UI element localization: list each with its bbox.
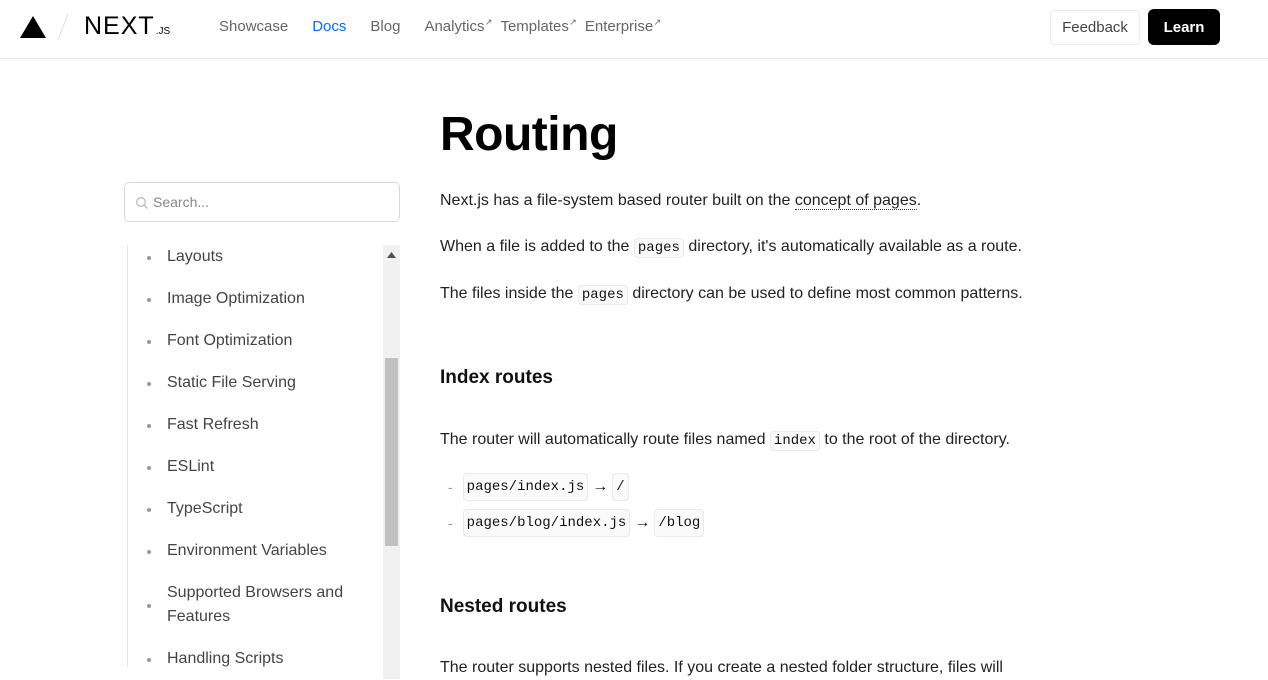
bullet-icon [147, 256, 151, 260]
sidebar-item-label: TypeScript [167, 500, 243, 517]
route-file-code: pages/index.js [462, 473, 589, 501]
sidebar-item-environment-variables[interactable]: Environment Variables [127, 539, 367, 563]
bullet-icon [147, 340, 151, 344]
sidebar-scrollbar[interactable] [383, 245, 400, 679]
sidebar-item-label: Font Optimization [167, 332, 293, 349]
sidebar-item-label: ESLint [167, 458, 215, 475]
intro-end: . [916, 192, 922, 209]
p3-end: directory can be used to define most com… [627, 285, 1023, 302]
nav-showcase[interactable]: Showcase [219, 18, 288, 36]
concept-of-pages-link[interactable]: concept of pages [794, 192, 917, 210]
nav-docs[interactable]: Docs [312, 18, 346, 36]
arrow-right-icon: → [634, 514, 651, 531]
route-path-code: /blog [654, 509, 705, 537]
bullet-icon [147, 550, 151, 554]
search-box [124, 182, 400, 222]
learn-button[interactable]: Learn [1148, 9, 1220, 45]
nested-routes-heading: Nested routes [440, 596, 567, 617]
arrow-right-icon: → [592, 478, 609, 495]
list-item: - pages/blog/index.js → /blog [448, 509, 705, 537]
sidebar-item-supported-browsers[interactable]: Supported Browsers and Features [127, 581, 367, 629]
external-link-icon: ↗ [484, 17, 493, 27]
sidebar-item-label: Image Optimization [167, 290, 305, 307]
sidebar-item-label: Fast Refresh [167, 416, 259, 433]
sidebar-item-static-file-serving[interactable]: Static File Serving [127, 371, 367, 395]
nav-analytics[interactable]: Analytics ↗ [424, 17, 492, 36]
scroll-thumb[interactable] [385, 358, 398, 546]
dash-bullet: - [448, 479, 453, 495]
sidebar-item-label: Environment Variables [167, 542, 327, 559]
p2-text: When a file is added to the [440, 238, 634, 255]
sidebar-item-fast-refresh[interactable]: Fast Refresh [127, 413, 367, 437]
sidebar-item-label: Layouts [167, 248, 224, 265]
sidebar-item-label: Static File Serving [167, 374, 296, 391]
brand-suffix: .JS [155, 26, 171, 37]
nav-enterprise-label: Enterprise [584, 18, 654, 35]
dash-bullet: - [448, 515, 453, 531]
nav-enterprise[interactable]: Enterprise ↗ [584, 17, 661, 36]
external-link-icon: ↗ [653, 17, 662, 27]
index-routes-heading: Index routes [440, 367, 553, 388]
search-icon [136, 197, 148, 209]
index-text: The router will automatically route file… [440, 431, 770, 448]
intro-paragraph: Next.js has a file-system based router b… [440, 189, 921, 213]
sidebar-item-handling-scripts[interactable]: Handling Scripts [127, 647, 367, 671]
sidebar-item-label: Handling Scripts [167, 650, 284, 667]
sidebar-item-font-optimization[interactable]: Font Optimization [127, 329, 367, 353]
bullet-icon [147, 298, 151, 302]
sidebar-list: Layouts Image Optimization Font Optimiza… [127, 245, 383, 679]
bullet-icon [147, 508, 151, 512]
bullet-icon [147, 466, 151, 470]
nav-blog[interactable]: Blog [370, 18, 400, 36]
p3-text: The files inside the [440, 285, 578, 302]
pages-directory-paragraph: When a file is added to the pages direct… [440, 235, 1022, 260]
search-input[interactable] [153, 191, 393, 213]
index-code: index [769, 431, 820, 451]
nav-templates-label: Templates [500, 18, 569, 35]
index-routes-list: - pages/index.js → / - pages/blog/index.… [448, 473, 705, 547]
pages-code: pages [633, 238, 684, 258]
route-file-code: pages/blog/index.js [462, 509, 631, 537]
intro-text: Next.js has a file-system based router b… [440, 192, 795, 209]
bullet-icon [147, 382, 151, 386]
sidebar-item-layouts[interactable]: Layouts [127, 245, 367, 269]
vercel-logo-icon[interactable] [20, 16, 46, 38]
triangle-up-icon [387, 252, 396, 258]
page-title: Routing [440, 108, 618, 161]
bullet-icon [147, 658, 151, 662]
sidebar-item-image-optimization[interactable]: Image Optimization [127, 287, 367, 311]
slash-separator-icon [57, 13, 69, 41]
external-link-icon: ↗ [569, 17, 577, 27]
index-end: to the root of the directory. [819, 431, 1010, 448]
bullet-icon [147, 424, 151, 428]
sidebar-item-eslint[interactable]: ESLint [127, 455, 367, 479]
patterns-paragraph: The files inside the pages directory can… [440, 282, 1023, 307]
list-item: - pages/index.js → / [448, 473, 704, 501]
scroll-up-button[interactable] [383, 248, 400, 262]
nav-analytics-label: Analytics [424, 18, 485, 35]
sidebar-nav: Layouts Image Optimization Font Optimiza… [127, 245, 400, 679]
sidebar-item-typescript[interactable]: TypeScript [127, 497, 367, 521]
pages-code: pages [577, 285, 628, 305]
brand-text: NEXT [84, 12, 155, 40]
nested-routes-paragraph: The router supports nested files. If you… [440, 659, 1003, 676]
nav-templates[interactable]: Templates ↗ [500, 17, 576, 36]
route-path-code: / [612, 473, 629, 501]
index-routes-paragraph: The router will automatically route file… [440, 428, 1010, 453]
bullet-icon [147, 604, 151, 608]
feedback-button[interactable]: Feedback [1050, 10, 1140, 45]
main-nav: Showcase Docs Blog Analytics ↗ Templates ↗… [219, 17, 669, 36]
top-navbar: NEXT .JS Showcase Docs Blog Analytics ↗ Te… [0, 0, 1268, 59]
nextjs-logo[interactable]: NEXT .JS [84, 12, 170, 41]
p2-end: directory, it's automatically available … [683, 238, 1022, 255]
sidebar-item-label: Supported Browsers and Features [167, 584, 344, 625]
